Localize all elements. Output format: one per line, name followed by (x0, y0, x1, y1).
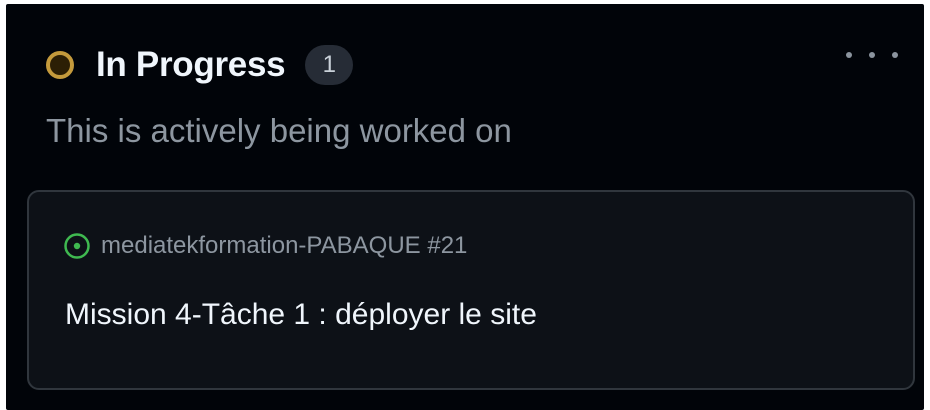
ellipsis-dot-icon (846, 52, 852, 58)
ellipsis-dot-icon (869, 52, 875, 58)
column-header: In Progress 1 (46, 34, 354, 96)
issue-opened-icon (64, 233, 90, 259)
board-column-in-progress: In Progress 1 This is actively being wor… (6, 4, 924, 410)
card-meta: mediatekformation-PABAQUE #21 (63, 232, 467, 260)
item-count-badge: 1 (305, 45, 354, 85)
column-title: In Progress (96, 45, 286, 84)
ellipsis-dot-icon (892, 52, 898, 58)
column-more-options-button[interactable] (846, 40, 898, 70)
column-description: This is actively being worked on (46, 112, 512, 149)
card-title[interactable]: Mission 4-Tâche 1 : déployer le site (65, 298, 537, 332)
status-circle-icon (46, 51, 74, 79)
card-repo-reference[interactable]: mediatekformation-PABAQUE #21 (101, 232, 467, 260)
issue-card[interactable]: mediatekformation-PABAQUE #21 Mission 4-… (27, 190, 915, 390)
